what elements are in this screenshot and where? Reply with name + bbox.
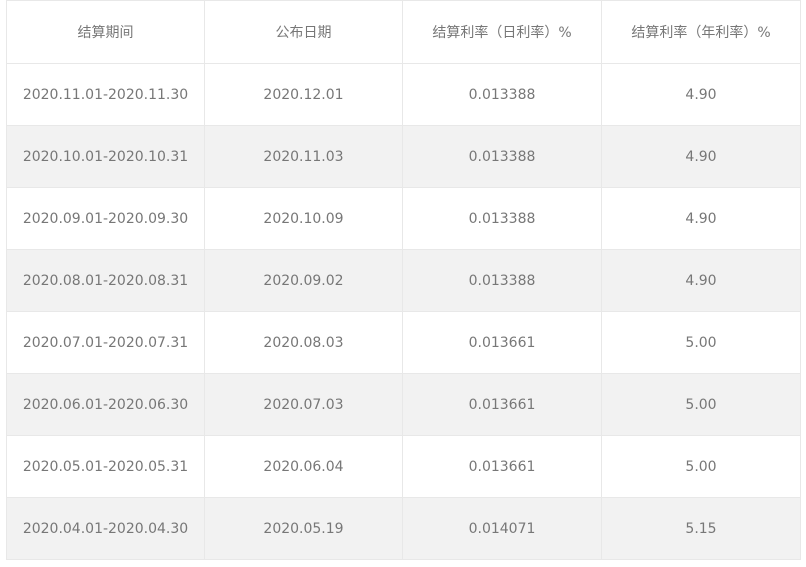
cell-publish-date: 2020.12.01	[204, 63, 403, 126]
table-row: 2020.09.01-2020.09.30 2020.10.09 0.01338…	[6, 187, 801, 250]
cell-annual-rate: 4.90	[601, 187, 801, 250]
cell-publish-date: 2020.10.09	[204, 187, 403, 250]
cell-annual-rate: 5.00	[601, 435, 801, 498]
cell-annual-rate: 4.90	[601, 63, 801, 126]
cell-daily-rate: 0.013388	[402, 187, 602, 250]
cell-publish-date: 2020.08.03	[204, 311, 403, 374]
cell-publish-date: 2020.09.02	[204, 249, 403, 312]
cell-daily-rate: 0.013388	[402, 125, 602, 188]
cell-annual-rate: 5.00	[601, 373, 801, 436]
cell-daily-rate: 0.013388	[402, 249, 602, 312]
cell-settlement-period: 2020.10.01-2020.10.31	[6, 125, 205, 188]
cell-daily-rate: 0.013661	[402, 311, 602, 374]
cell-settlement-period: 2020.05.01-2020.05.31	[6, 435, 205, 498]
table-row: 2020.11.01-2020.11.30 2020.12.01 0.01338…	[6, 63, 801, 126]
header-publish-date: 公布日期	[204, 0, 403, 64]
header-annual-rate: 结算利率（年利率）%	[601, 0, 801, 64]
rate-table-container: 结算期间 公布日期 结算利率（日利率）% 结算利率（年利率）% 2020.11.…	[6, 0, 801, 560]
cell-daily-rate: 0.013661	[402, 373, 602, 436]
cell-daily-rate: 0.014071	[402, 497, 602, 560]
table-row: 2020.10.01-2020.10.31 2020.11.03 0.01338…	[6, 125, 801, 188]
header-daily-rate: 结算利率（日利率）%	[402, 0, 602, 64]
table-row: 2020.05.01-2020.05.31 2020.06.04 0.01366…	[6, 435, 801, 498]
header-settlement-period: 结算期间	[6, 0, 205, 64]
cell-daily-rate: 0.013661	[402, 435, 602, 498]
cell-publish-date: 2020.07.03	[204, 373, 403, 436]
table-body: 2020.11.01-2020.11.30 2020.12.01 0.01338…	[6, 63, 801, 560]
table-row: 2020.08.01-2020.08.31 2020.09.02 0.01338…	[6, 249, 801, 312]
cell-settlement-period: 2020.07.01-2020.07.31	[6, 311, 205, 374]
table-row: 2020.06.01-2020.06.30 2020.07.03 0.01366…	[6, 373, 801, 436]
settlement-rate-table: 结算期间 公布日期 结算利率（日利率）% 结算利率（年利率）% 2020.11.…	[6, 0, 801, 560]
cell-settlement-period: 2020.11.01-2020.11.30	[6, 63, 205, 126]
cell-publish-date: 2020.05.19	[204, 497, 403, 560]
header-row: 结算期间 公布日期 结算利率（日利率）% 结算利率（年利率）%	[6, 0, 801, 64]
cell-settlement-period: 2020.06.01-2020.06.30	[6, 373, 205, 436]
cell-settlement-period: 2020.08.01-2020.08.31	[6, 249, 205, 312]
cell-daily-rate: 0.013388	[402, 63, 602, 126]
cell-publish-date: 2020.11.03	[204, 125, 403, 188]
cell-annual-rate: 4.90	[601, 125, 801, 188]
cell-publish-date: 2020.06.04	[204, 435, 403, 498]
cell-annual-rate: 5.15	[601, 497, 801, 560]
cell-annual-rate: 4.90	[601, 249, 801, 312]
cell-settlement-period: 2020.09.01-2020.09.30	[6, 187, 205, 250]
cell-settlement-period: 2020.04.01-2020.04.30	[6, 497, 205, 560]
table-row: 2020.07.01-2020.07.31 2020.08.03 0.01366…	[6, 311, 801, 374]
table-row: 2020.04.01-2020.04.30 2020.05.19 0.01407…	[6, 497, 801, 560]
table-header: 结算期间 公布日期 结算利率（日利率）% 结算利率（年利率）%	[6, 0, 801, 64]
cell-annual-rate: 5.00	[601, 311, 801, 374]
